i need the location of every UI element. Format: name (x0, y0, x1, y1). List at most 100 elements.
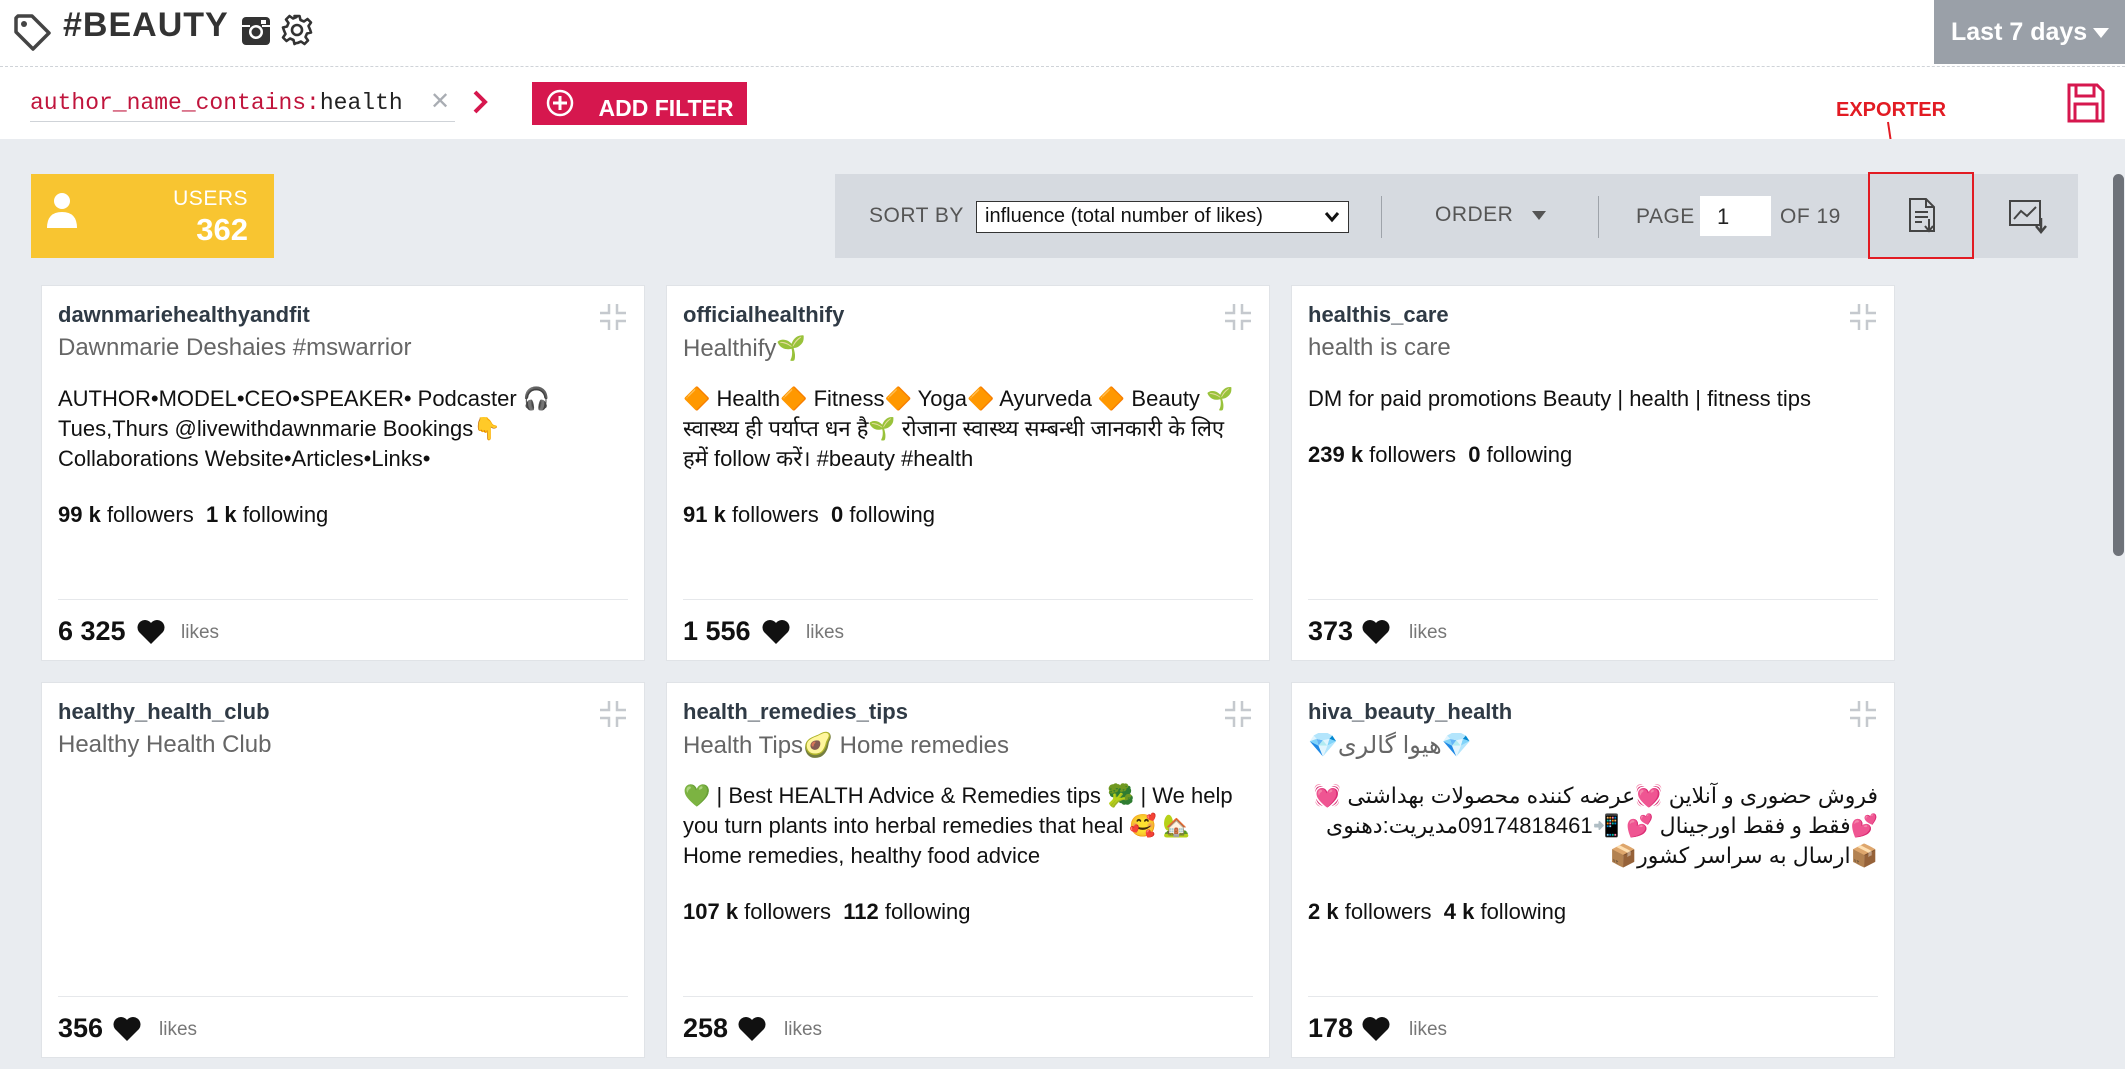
profile-username[interactable]: health_remedies_tips (683, 699, 908, 725)
plus-circle-icon (546, 89, 574, 117)
collapse-icon[interactable] (598, 302, 628, 332)
follow-stats: 239 k followers 0 following (1308, 442, 1573, 467)
divider (1308, 599, 1878, 600)
following-count: 0 (1468, 442, 1481, 467)
likes-label: likes (784, 1019, 823, 1040)
sort-select-value: influence (total number of likes) (985, 205, 1263, 227)
gear-icon[interactable] (280, 13, 314, 47)
profile-username[interactable]: officialhealthify (683, 302, 844, 328)
divider (58, 996, 628, 997)
divider (58, 599, 628, 600)
filter-bar: author_name_contains:health ✕ ADD FILTER (0, 67, 2125, 139)
tag-icon (14, 14, 51, 51)
likes-label: likes (159, 1019, 198, 1040)
likes-label: likes (1409, 1019, 1448, 1040)
follow-stats: 91 k followers 0 following (683, 502, 935, 527)
following-count: 112 (843, 899, 879, 924)
divider (683, 996, 1253, 997)
save-icon[interactable] (2066, 82, 2106, 124)
profile-card[interactable]: dawnmariehealthyandfit Dawnmarie Deshaie… (41, 285, 645, 661)
scrollbar-thumb[interactable] (2113, 174, 2124, 556)
user-icon (47, 193, 77, 228)
profile-card[interactable]: hiva_beauty_health 💎هیوا گالری💎 فروش حضو… (1291, 682, 1895, 1058)
heart-icon (1362, 1017, 1390, 1041)
profile-bio: DM for paid promotions Beauty | health |… (1308, 386, 1812, 411)
following-count: 0 (830, 502, 844, 527)
page-title: #BEAUTY (63, 6, 229, 44)
heart-icon (137, 620, 165, 644)
profile-username[interactable]: healthy_health_club (58, 699, 270, 725)
following-count: 1 k (205, 502, 237, 527)
following-count: 4 k (1443, 899, 1475, 924)
page-total-label: OF 19 (1780, 205, 1841, 228)
collapse-icon[interactable] (1848, 302, 1878, 332)
profile-display-name: health is care (1308, 334, 1451, 361)
likes-label: likes (806, 622, 845, 643)
likes-count: 258 (683, 1013, 729, 1043)
followers-count: 91 k (683, 502, 726, 527)
profile-card[interactable]: healthis_care health is care DM for paid… (1291, 285, 1895, 661)
follow-stats: 99 k followers 1 k following (58, 502, 329, 527)
heart-icon (762, 620, 790, 644)
filter-value: health (319, 90, 403, 116)
profile-display-name: Healthy Health Club (58, 731, 272, 758)
document-download-icon (1909, 198, 1935, 233)
profile-bio: AUTHOR•MODEL•CEO•SPEAKER• Podcaster 🎧 Tu… (58, 386, 551, 471)
chevron-down-icon (2093, 28, 2109, 38)
add-filter-label: ADD FILTER (598, 94, 734, 121)
collapse-icon[interactable] (598, 699, 628, 729)
followers-count: 2 k (1308, 899, 1339, 924)
chevron-down-icon (1324, 212, 1340, 223)
order-label: ORDER (1435, 203, 1514, 226)
heart-icon (1362, 620, 1390, 644)
profile-display-name: 💎هیوا گالری💎 (1308, 732, 1472, 759)
divider (683, 599, 1253, 600)
collapse-icon[interactable] (1223, 699, 1253, 729)
filter-input[interactable]: author_name_contains:health (30, 85, 455, 122)
page-label: PAGE (1636, 205, 1695, 228)
period-dropdown[interactable]: Last 7 days (1934, 0, 2125, 64)
profile-username[interactable]: healthis_care (1308, 302, 1449, 328)
top-header: #BEAUTY Last 7 days (0, 0, 2125, 67)
chevron-right-icon[interactable] (470, 87, 492, 117)
likes-count: 373 (1308, 616, 1354, 646)
chart-download-icon[interactable] (2008, 198, 2048, 234)
profile-username[interactable]: hiva_beauty_health (1308, 699, 1512, 725)
divider (1308, 996, 1878, 997)
profile-username[interactable]: dawnmariehealthyandfit (58, 302, 310, 328)
divider (1381, 196, 1382, 238)
follow-stats: 107 k followers 112 following (683, 899, 971, 924)
sort-select[interactable]: influence (total number of likes) (976, 201, 1349, 233)
followers-count: 99 k (58, 502, 101, 527)
close-icon[interactable]: ✕ (430, 87, 450, 116)
profile-card[interactable]: officialhealthify Healthify🌱 🔶 Health🔶 F… (666, 285, 1270, 661)
divider (1598, 196, 1599, 238)
profile-card[interactable]: health_remedies_tips Health Tips🥑 Home r… (666, 682, 1270, 1058)
likes-count: 1 556 (683, 616, 751, 646)
profile-display-name: Health Tips🥑 Home remedies (683, 732, 1010, 759)
likes-count: 178 (1308, 1013, 1354, 1043)
users-label: USERS (173, 187, 248, 210)
profile-bio: 🔶 Health🔶 Fitness🔶 Yoga🔶 Ayurveda 🔶 Beau… (683, 386, 1234, 471)
follow-stats: 2 k followers 4 k following (1308, 899, 1567, 924)
users-count: 362 (196, 212, 248, 247)
heart-icon (738, 1017, 766, 1041)
page-number-input[interactable]: 1 (1700, 196, 1771, 236)
exporter-annotation: EXPORTER (1836, 99, 1947, 121)
filter-key: author_name_contains: (30, 90, 320, 116)
profile-card[interactable]: healthy_health_club Healthy Health Club … (41, 682, 645, 1058)
profile-bio: فروش حضوری و آنلاین 💓عرضه کننده محصولات … (1313, 783, 1878, 868)
results-toolbar: SORT BY influence (total number of likes… (835, 172, 2078, 259)
likes-label: likes (181, 622, 220, 643)
followers-count: 239 k (1308, 442, 1364, 467)
users-count-box: USERS 362 (31, 174, 274, 258)
period-label: Last 7 days (1951, 18, 2088, 46)
add-filter-button[interactable]: ADD FILTER (532, 82, 747, 125)
export-document-button[interactable] (1868, 172, 1974, 259)
collapse-icon[interactable] (1223, 302, 1253, 332)
collapse-icon[interactable] (1848, 699, 1878, 729)
likes-count: 6 325 (58, 616, 126, 646)
likes-count: 356 (58, 1013, 104, 1043)
profile-display-name: Healthify🌱 (683, 335, 807, 362)
instagram-icon[interactable] (241, 16, 271, 46)
